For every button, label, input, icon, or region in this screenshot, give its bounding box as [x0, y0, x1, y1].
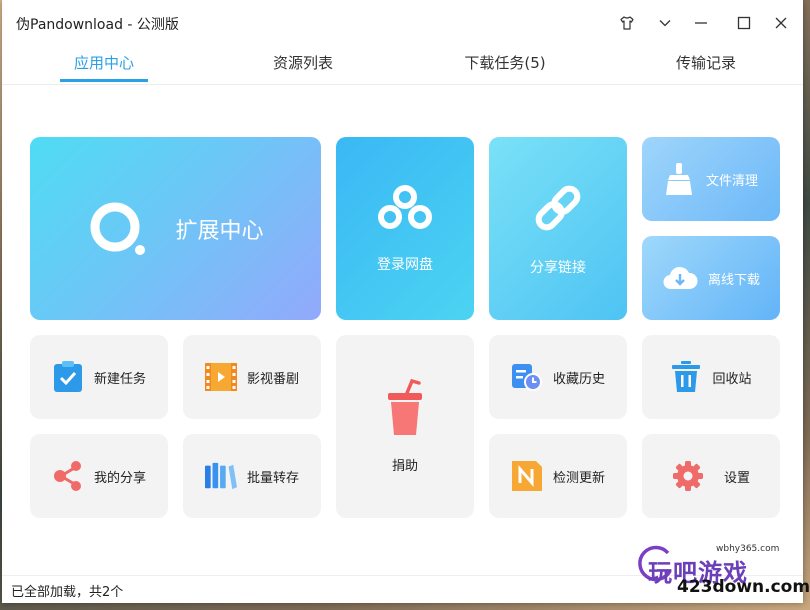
- batch-transfer-tile[interactable]: 批量转存: [183, 434, 321, 518]
- recycle-bin-label: 回收站: [712, 371, 752, 387]
- minimize-button[interactable]: [688, 10, 714, 36]
- history-clock-icon: [511, 361, 543, 393]
- window-title: 伪Pandownload - 公测版: [16, 17, 179, 33]
- update-n-icon: [511, 460, 543, 492]
- donate-label: 捐助: [391, 459, 418, 474]
- offline-download-label: 离线下载: [707, 272, 760, 288]
- check-update-tile[interactable]: 检测更新: [489, 434, 627, 518]
- tshirt-icon: [620, 16, 634, 30]
- close-icon: [775, 17, 787, 29]
- skin-button[interactable]: [614, 10, 640, 36]
- extension-center-label: 扩展中心: [175, 218, 264, 244]
- new-task-tile[interactable]: 新建任务: [30, 335, 168, 419]
- batch-transfer-label: 批量转存: [246, 470, 299, 486]
- clipboard-check-icon: [52, 361, 84, 393]
- status-text: 已全部加载，共2个: [11, 585, 124, 600]
- movies-tile[interactable]: 影视番剧: [183, 335, 321, 419]
- broom-icon: [665, 163, 692, 195]
- tab-transfer-records[interactable]: 传输记录: [646, 52, 766, 73]
- drink-cup-icon: [388, 379, 422, 435]
- maximize-icon: [737, 16, 751, 30]
- site-watermark: wbhy365.com 玩吧游戏 423down.com: [632, 543, 810, 605]
- extension-ring-icon: [90, 202, 146, 255]
- title-bar: 伪Pandownload - 公测版: [2, 0, 803, 44]
- history-tile[interactable]: 收藏历史: [489, 335, 627, 419]
- watermark-site: 423down.com: [677, 577, 810, 597]
- settings-label: 设置: [723, 470, 750, 486]
- login-netdisk-label: 登录网盘: [377, 256, 433, 273]
- tab-resource-list[interactable]: 资源列表: [243, 52, 363, 73]
- link-icon: [535, 185, 581, 230]
- tab-download-tasks[interactable]: 下载任务(5): [445, 52, 565, 73]
- cloud-download-icon: [663, 266, 698, 290]
- file-clean-tile[interactable]: 文件清理: [642, 137, 780, 221]
- recycle-bin-tile[interactable]: 回收站: [642, 335, 780, 419]
- menu-button[interactable]: [652, 10, 678, 36]
- active-tab-indicator: [60, 79, 148, 82]
- my-share-label: 我的分享: [93, 470, 146, 486]
- share-link-label: 分享链接: [530, 259, 586, 276]
- maximize-button[interactable]: [731, 10, 757, 36]
- minimize-icon: [695, 22, 707, 24]
- donate-tile[interactable]: 捐助: [336, 335, 474, 518]
- share-icon: [52, 460, 84, 492]
- cloud-circles-icon: [378, 184, 432, 229]
- movies-label: 影视番剧: [246, 371, 299, 387]
- tab-app-center[interactable]: 应用中心: [44, 52, 164, 73]
- settings-tile[interactable]: 设置: [642, 434, 780, 518]
- close-button[interactable]: [768, 10, 794, 36]
- books-icon: [204, 460, 237, 492]
- chevron-down-icon: [659, 20, 671, 27]
- login-netdisk-tile[interactable]: 登录网盘: [336, 137, 474, 320]
- trash-icon: [670, 361, 702, 393]
- history-label: 收藏历史: [552, 371, 605, 387]
- new-task-label: 新建任务: [93, 371, 146, 387]
- film-icon: [204, 361, 237, 393]
- extension-center-tile[interactable]: 扩展中心: [30, 137, 321, 320]
- share-link-tile[interactable]: 分享链接: [489, 137, 627, 320]
- my-share-tile[interactable]: 我的分享: [30, 434, 168, 518]
- gear-icon: [672, 460, 704, 492]
- file-clean-label: 文件清理: [705, 173, 758, 189]
- app-window: 伪Pandownload - 公测版 应用中心 资源列表 下载任务(5) 传输记…: [2, 0, 803, 603]
- tab-bar: 应用中心 资源列表 下载任务(5) 传输记录: [2, 44, 803, 85]
- check-update-label: 检测更新: [552, 470, 605, 486]
- offline-download-tile[interactable]: 离线下载: [642, 236, 780, 320]
